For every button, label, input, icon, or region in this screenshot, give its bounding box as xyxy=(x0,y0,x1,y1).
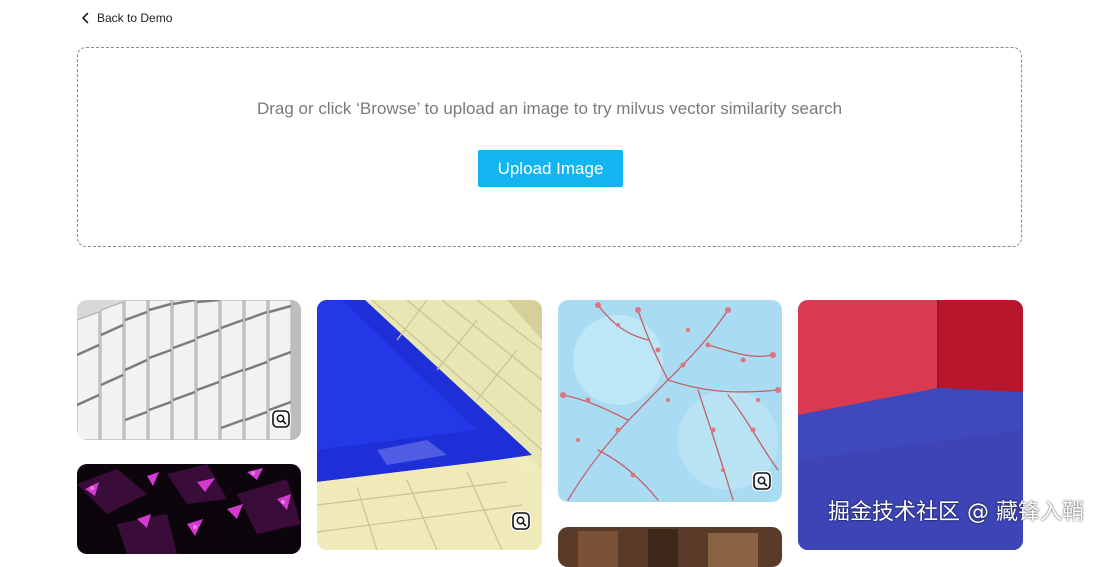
search-icon[interactable] xyxy=(271,409,291,429)
facade-photo xyxy=(77,300,301,440)
pool-photo xyxy=(317,300,542,550)
gallery-image-blossoms[interactable] xyxy=(558,300,782,502)
gallery-image-pool[interactable] xyxy=(317,300,542,550)
image-gallery xyxy=(0,0,1100,567)
watermark-text: 掘金技术社区 @ 藏锋入鞘 xyxy=(828,500,1084,525)
gallery-image-facade[interactable] xyxy=(77,300,301,440)
blossoms-photo xyxy=(558,300,782,502)
interior-photo xyxy=(558,527,782,567)
search-icon[interactable] xyxy=(511,511,531,531)
gallery-image-interior[interactable] xyxy=(558,527,782,567)
search-icon[interactable] xyxy=(752,471,772,491)
gallery-image-foil[interactable] xyxy=(77,464,301,554)
foil-photo xyxy=(77,464,301,554)
